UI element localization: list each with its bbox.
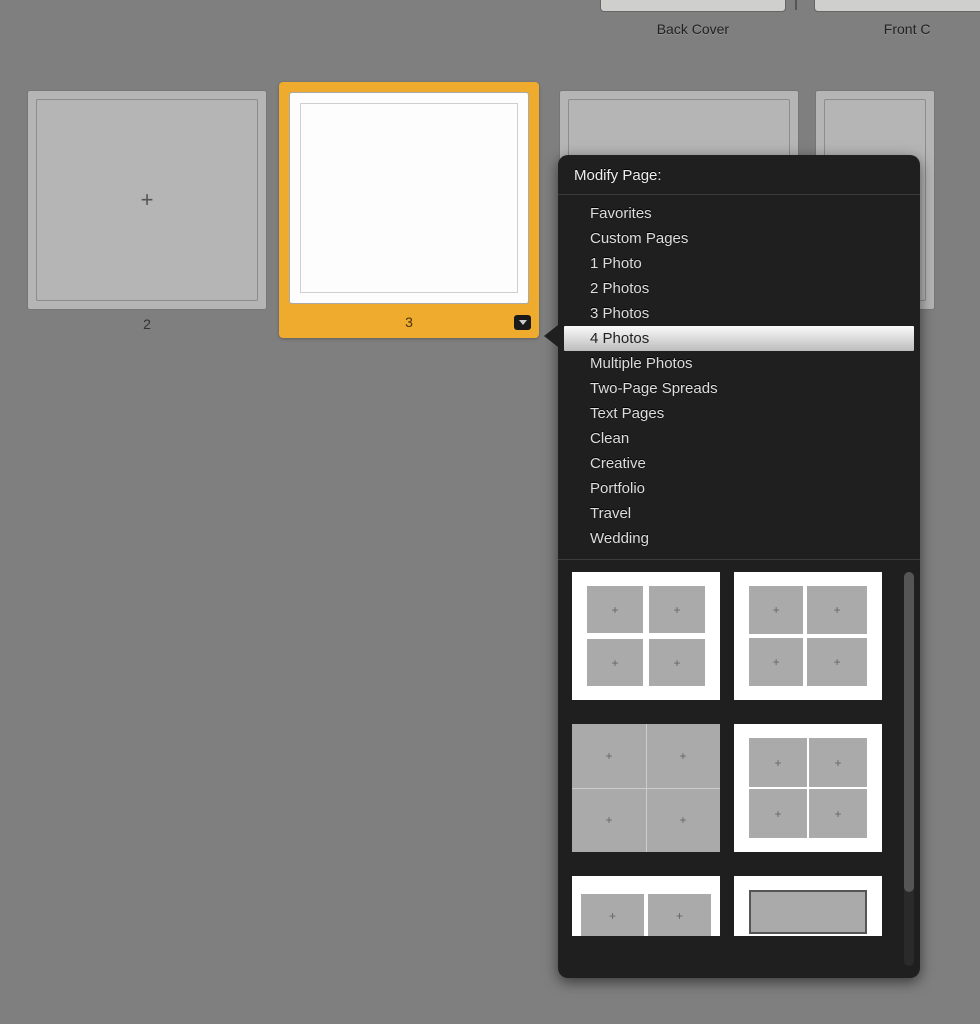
photo-slot: + xyxy=(572,788,646,852)
popover-title: Modify Page: xyxy=(558,155,920,195)
layout-template-2[interactable]: + + + + xyxy=(734,572,882,700)
photo-slot: + xyxy=(809,789,867,838)
category-favorites[interactable]: Favorites xyxy=(558,201,920,226)
photo-slot: + xyxy=(807,586,867,634)
photo-slot: + xyxy=(749,638,803,686)
modify-page-popover: Modify Page: Favorites Custom Pages 1 Ph… xyxy=(558,155,920,978)
photo-slot: + xyxy=(807,638,867,686)
photo-slot xyxy=(751,892,808,932)
photo-slot: + xyxy=(648,894,711,936)
layout-template-6[interactable] xyxy=(734,876,882,936)
cover-divider xyxy=(794,0,798,12)
layout-template-4[interactable]: + + + + xyxy=(734,724,882,852)
page-thumb-3-selected[interactable]: 3 xyxy=(287,90,539,338)
layout-category-list: Favorites Custom Pages 1 Photo 2 Photos … xyxy=(558,195,920,560)
photo-slot: + xyxy=(646,788,720,852)
layout-template-1[interactable]: + + + + xyxy=(572,572,720,700)
photo-slot: + xyxy=(749,586,803,634)
photo-slot: + xyxy=(649,639,705,686)
photo-slot: + xyxy=(749,789,807,838)
category-multiple-photos[interactable]: Multiple Photos xyxy=(558,351,920,376)
category-custom-pages[interactable]: Custom Pages xyxy=(558,226,920,251)
back-cover-label: Back Cover xyxy=(601,21,785,37)
photo-slot: + xyxy=(649,586,705,633)
category-1-photo[interactable]: 1 Photo xyxy=(558,251,920,276)
category-two-page-spreads[interactable]: Two-Page Spreads xyxy=(558,376,920,401)
category-4-photos[interactable]: 4 Photos xyxy=(564,326,914,351)
category-wedding[interactable]: Wedding xyxy=(558,526,920,551)
back-cover-thumb[interactable]: Back Cover xyxy=(600,0,786,12)
photo-slot: + xyxy=(581,894,644,936)
photo-slot: + xyxy=(749,738,807,787)
category-clean[interactable]: Clean xyxy=(558,426,920,451)
photo-slot: + xyxy=(646,724,720,788)
popover-arrow-icon xyxy=(544,325,558,347)
category-creative[interactable]: Creative xyxy=(558,451,920,476)
template-grid-area: + + + + + + + + + + xyxy=(558,560,920,978)
front-cover-thumb[interactable]: Front C xyxy=(814,0,980,12)
photo-slot: + xyxy=(587,586,643,633)
scrollbar-thumb[interactable] xyxy=(904,572,914,892)
template-scrollbar[interactable] xyxy=(904,572,914,966)
category-travel[interactable]: Travel xyxy=(558,501,920,526)
page-number-label: 3 xyxy=(279,314,539,330)
page-options-button[interactable] xyxy=(514,315,531,330)
photo-slot: + xyxy=(572,724,646,788)
layout-template-3[interactable]: + + + + xyxy=(572,724,720,852)
category-text-pages[interactable]: Text Pages xyxy=(558,401,920,426)
photo-slot xyxy=(808,892,865,932)
cover-strip: Back Cover Front C xyxy=(600,0,980,12)
category-2-photos[interactable]: 2 Photos xyxy=(558,276,920,301)
front-cover-label: Front C xyxy=(815,21,980,37)
layout-template-5[interactable]: + + xyxy=(572,876,720,936)
category-portfolio[interactable]: Portfolio xyxy=(558,476,920,501)
page-thumb-2[interactable]: + 2 xyxy=(27,90,267,332)
category-3-photos[interactable]: 3 Photos xyxy=(558,301,920,326)
page-number-label: 2 xyxy=(27,316,267,332)
photo-slot: + xyxy=(809,738,867,787)
photo-slot: + xyxy=(587,639,643,686)
